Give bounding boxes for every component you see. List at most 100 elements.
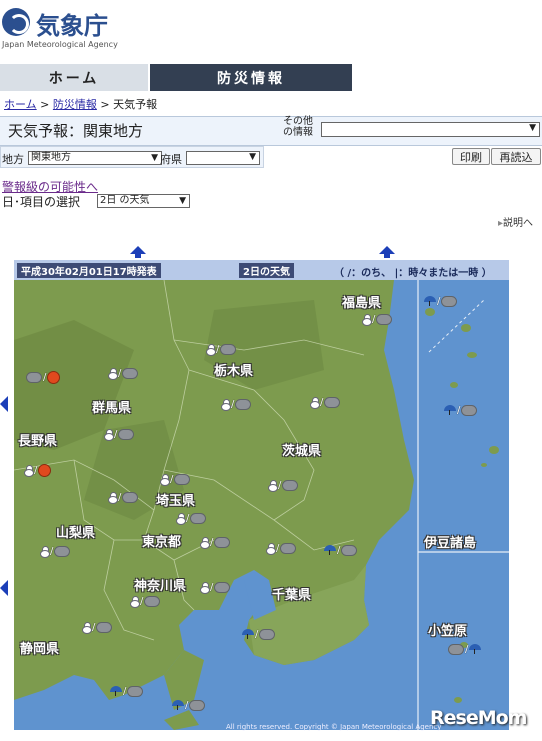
forecast-tochigi-south[interactable]: /: [221, 397, 252, 411]
reload-button[interactable]: 再読込: [491, 148, 541, 165]
print-button[interactable]: 印刷: [452, 148, 490, 165]
pref-label-yamanashi[interactable]: 山梨県: [56, 522, 95, 541]
nav-tab-home[interactable]: ホーム: [0, 64, 148, 91]
cloud-icon: [127, 685, 144, 697]
cloud-icon: [144, 595, 161, 607]
forecast-ibaraki-north[interactable]: /: [310, 395, 341, 409]
cloud-icon: [220, 343, 237, 355]
pref-label-tokyo[interactable]: 東京都: [142, 531, 181, 550]
snowman-icon: [24, 464, 34, 477]
cloud-icon: [341, 544, 358, 556]
day-item-select[interactable]: 2日 の天気 ▼: [97, 194, 190, 208]
umbrella-icon: [242, 629, 254, 639]
region-select[interactable]: 関東地方 ▼: [28, 151, 162, 165]
cloud-icon: [189, 699, 206, 711]
forecast-tochigi-north[interactable]: /: [206, 342, 237, 356]
prefecture-select[interactable]: ▼: [186, 151, 260, 165]
snowman-icon: [40, 545, 50, 558]
legend-note: （ /：のち、 |：時々または一時 ）: [334, 268, 492, 279]
umbrella-icon: [324, 545, 336, 555]
cloud-icon: [259, 628, 276, 640]
snowman-icon: [206, 343, 216, 356]
day-weather-label: 2日の天気: [239, 263, 294, 278]
then-separator: /: [216, 343, 220, 355]
other-info-label: その他の情報: [283, 116, 321, 138]
forecast-shizuoka-east[interactable]: /: [82, 620, 113, 634]
forecast-tokyo[interactable]: /: [200, 535, 231, 549]
forecast-saitama-south[interactable]: /: [176, 511, 207, 525]
forecast-gunma-north[interactable]: /: [108, 366, 139, 380]
sun-icon: [47, 370, 61, 384]
other-info-label-text: その他の情報: [283, 116, 313, 138]
then-separator: /: [231, 398, 235, 410]
scroll-up-arrow-icon[interactable]: [130, 246, 146, 258]
pref-label-ogasawara[interactable]: 小笠原: [428, 620, 467, 639]
resemom-watermark: ReseMom: [430, 707, 527, 729]
pref-label-gunma[interactable]: 群馬県: [92, 397, 131, 416]
then-separator: /: [123, 685, 127, 697]
cloud-icon: [461, 404, 478, 416]
then-separator: /: [210, 536, 214, 548]
pref-label-tochigi[interactable]: 栃木県: [214, 360, 253, 379]
pref-label-kanagawa[interactable]: 神奈川県: [134, 575, 186, 594]
cloud-icon: [214, 536, 231, 548]
scroll-left-arrow-icon[interactable]: [0, 580, 8, 596]
scroll-left-arrow-icon[interactable]: [0, 396, 8, 412]
snowman-icon: [200, 581, 210, 594]
forecast-izu-oshima[interactable]: /: [172, 698, 206, 711]
day-item-label: 日･項目の選択: [2, 195, 81, 209]
forecast-saitama-west[interactable]: /: [108, 490, 139, 504]
pref-label-izu-islands[interactable]: 伊豆諸島: [424, 532, 476, 551]
forecast-map[interactable]: 福島県 栃木県 群馬県 長野県 茨城県 埼玉県 山梨県 東京都 神奈川県 千葉県…: [14, 280, 509, 730]
forecast-chiba-south[interactable]: /: [242, 627, 276, 640]
forecast-kanagawa-east[interactable]: /: [200, 580, 231, 594]
forecast-nagano-north[interactable]: /: [26, 370, 61, 384]
forecast-chiba-east[interactable]: /: [324, 543, 358, 556]
chevron-down-icon: ▼: [179, 196, 186, 206]
forecast-izu-peninsula[interactable]: /: [110, 684, 144, 697]
pref-label-saitama[interactable]: 埼玉県: [156, 490, 195, 509]
forecast-saitama-north[interactable]: /: [160, 472, 191, 486]
cloud-icon: [324, 396, 341, 408]
explanation-link[interactable]: ▸説明へ: [498, 214, 533, 229]
nav-tab-disaster-info[interactable]: 防災情報: [150, 64, 352, 91]
then-separator: /: [255, 628, 259, 640]
forecast-yamanashi[interactable]: /: [40, 544, 71, 558]
pref-label-ibaraki[interactable]: 茨城県: [282, 440, 321, 459]
forecast-ogasawara[interactable]: /: [448, 642, 482, 655]
issued-time: 平成30年02月01日17時発表: [17, 263, 161, 278]
pref-label-fukushima[interactable]: 福島県: [342, 292, 381, 311]
forecast-fukushima[interactable]: /: [362, 312, 393, 326]
forecast-izu-south[interactable]: /: [444, 403, 478, 416]
forecast-izu-north[interactable]: /: [424, 294, 458, 307]
other-info-select[interactable]: ▼: [321, 122, 540, 137]
chevron-down-icon: ▼: [249, 152, 256, 162]
then-separator: /: [92, 621, 96, 633]
then-separator: /: [50, 545, 54, 557]
pref-label-nagano[interactable]: 長野県: [18, 430, 57, 449]
then-separator: /: [170, 473, 174, 485]
umbrella-icon: [424, 296, 436, 306]
pref-label-shizuoka[interactable]: 静岡県: [20, 638, 59, 657]
snowman-icon: [268, 479, 278, 492]
pref-label-chiba[interactable]: 千葉県: [272, 584, 311, 603]
forecast-nagano-south[interactable]: /: [24, 463, 52, 477]
breadcrumb-separator: >: [40, 98, 50, 111]
umbrella-icon: [172, 700, 184, 710]
cloud-icon: [174, 473, 191, 485]
cloud-icon: [280, 542, 297, 554]
forecast-ibaraki-south[interactable]: /: [268, 478, 299, 492]
breadcrumb-home-link[interactable]: ホーム: [4, 98, 37, 111]
scroll-up-arrow-icon[interactable]: [379, 246, 395, 258]
cloud-icon: [214, 581, 231, 593]
snowman-icon: [108, 367, 118, 380]
agency-logo[interactable]: 気象庁 Japan Meteorological Agency: [2, 6, 122, 56]
region-label: 地方: [2, 153, 24, 166]
forecast-gunma-south[interactable]: /: [104, 427, 135, 441]
then-separator: /: [276, 542, 280, 554]
forecast-kanagawa-west[interactable]: /: [130, 594, 161, 608]
cloud-icon: [54, 545, 71, 557]
breadcrumb-disaster-link[interactable]: 防災情報: [53, 98, 97, 111]
forecast-chiba-north[interactable]: /: [266, 541, 297, 555]
cloud-icon: [96, 621, 113, 633]
